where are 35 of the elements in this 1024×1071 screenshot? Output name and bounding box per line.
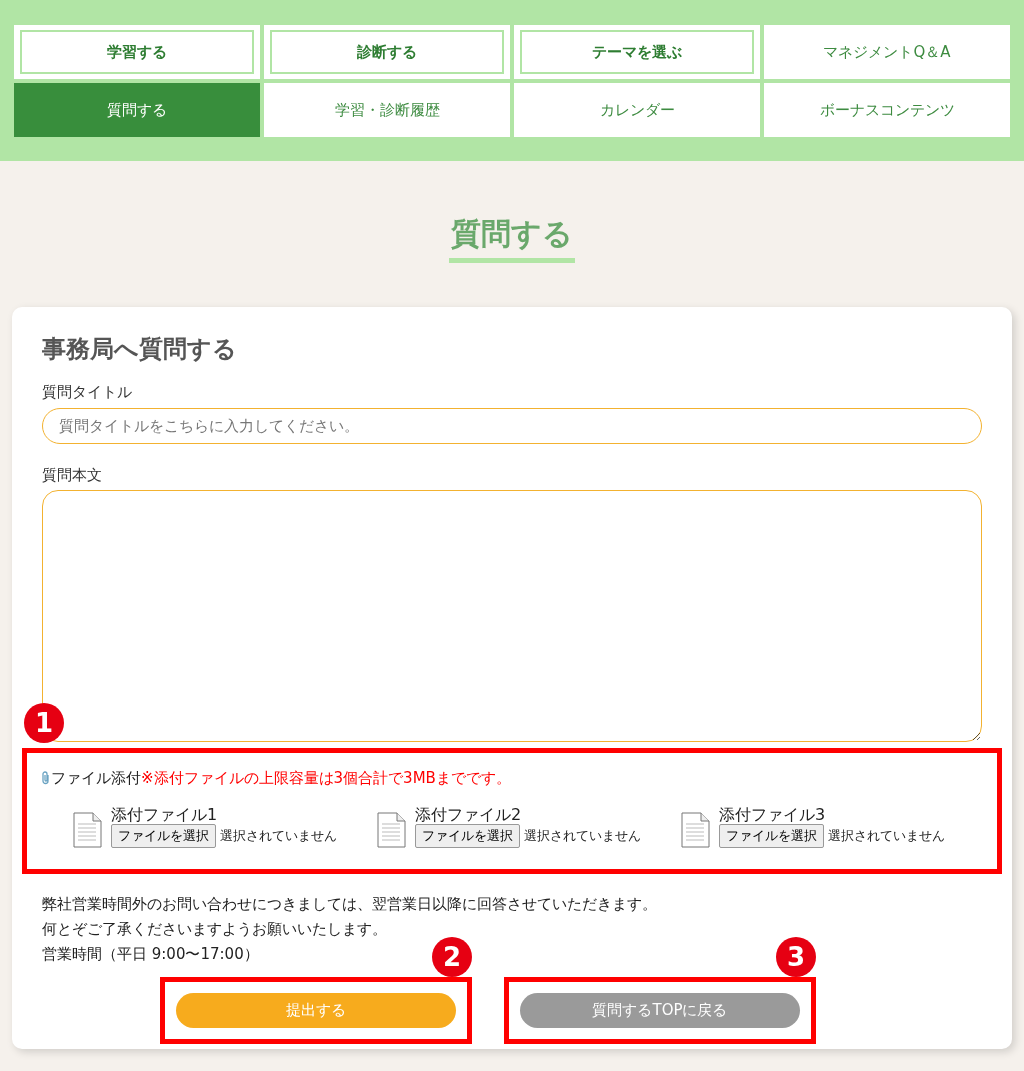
nav-tab[interactable]: 質問する [14,83,260,137]
document-icon [679,811,711,848]
file-status: 選択されていません [524,826,641,845]
page-title: 質問する [449,211,575,263]
nav-tab[interactable]: カレンダー [514,83,760,137]
number-badge: 3 [776,937,816,977]
file-label: 添付ファイル3 [719,805,827,824]
choose-file-button[interactable]: ファイルを選択 [415,823,520,848]
file-label: 添付ファイル1 [111,805,219,824]
document-icon [375,811,407,848]
form-heading: 事務局へ質問する [42,334,238,365]
attach-label: ファイル添付 [51,768,141,789]
file-label: 添付ファイル2 [415,805,523,824]
choose-file-button[interactable]: ファイルを選択 [111,823,216,848]
field-label: 質問本文 [42,464,103,486]
notice-text: 営業時間（平日 9:00〜17:00） [42,944,259,965]
choose-file-button[interactable]: ファイルを選択 [719,823,824,848]
file-status: 選択されていません [220,826,337,845]
number-badge: 2 [432,937,472,977]
number-badge: 1 [24,703,64,743]
title-input[interactable]: 質問タイトルをこちらに入力してください。 [42,407,982,444]
nav-tab[interactable]: ボーナスコンテンツ [764,83,1010,137]
back-button[interactable]: 質問するTOPに戻る [520,993,800,1028]
nav-tab[interactable]: テーマを選ぶ [514,25,760,79]
nav-tab[interactable]: 診断する [264,25,510,79]
paperclip-icon [41,771,51,786]
field-label: 質問タイトル [42,382,133,403]
nav-tab[interactable]: 学習する [14,25,260,79]
file-status: 選択されていません [828,826,945,845]
notice-text: 弊社営業時間外のお問い合わせにつきましては、翌営業日以降に回答させていただきます。 [42,894,657,915]
attach-note: ※添付ファイルの上限容量は3個合計で3MBまでです。 [141,768,511,789]
document-icon [71,811,103,848]
notice-text: 何とぞご了承くださいますようお願いいたします。 [42,919,387,940]
nav-tab[interactable]: マネジメントQ＆A [764,25,1010,79]
nav-tab[interactable]: 学習・診断履歴 [264,83,510,137]
